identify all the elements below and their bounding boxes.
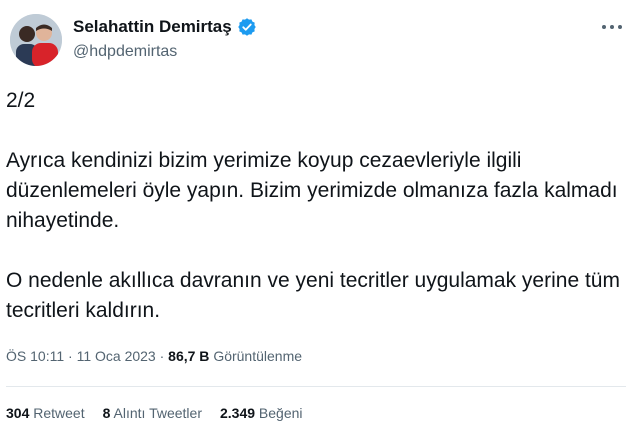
meta-separator: · [68,348,73,364]
tweet-part-indicator: 2/2 [6,89,36,112]
avatar[interactable] [10,14,62,66]
tweet-time[interactable]: ÖS 10:11 [6,348,64,364]
quotes-label: Alıntı Tweetler [113,405,202,421]
verified-badge-icon [237,18,256,36]
retweets-count: 304 [6,405,30,421]
tweet-date[interactable]: 11 Oca 2023 [77,348,156,364]
author-name[interactable]: Selahattin Demirtaş [73,17,232,37]
more-options-icon-dot [602,25,606,29]
likes-count: 2.349 [219,405,256,421]
quote-tweets-stat[interactable]: 8 Alıntı Tweetler [103,405,202,421]
more-options-icon-dot [618,25,622,29]
tweet-card: Selahattin Demirtaş @hdpdemirtas 2/2 Ayr… [0,0,640,431]
retweets-stat[interactable]: 304 Retweet [6,405,85,421]
tweet-stats: 304 Retweet 8 Alıntı Tweetler 2.349 Beğe… [6,405,321,421]
more-options-icon-dot [610,25,614,29]
views-label: Görüntülenme [213,348,303,364]
tweet-paragraph-2: O nedenle akıllıca davranın ve yeni tecr… [6,269,620,322]
meta-separator: · [159,348,165,364]
author-handle[interactable]: @hdpdemirtas [73,43,177,61]
avatar-image [10,14,62,66]
likes-label: Beğeni [258,405,303,421]
tweet-paragraph-1: Ayrıca kendinizi bizim yerimize koyup ce… [6,149,618,232]
views-count: 86,7 B [168,348,210,364]
quotes-count: 8 [102,405,111,421]
retweets-label: Retweet [33,405,85,421]
divider [6,386,626,387]
more-options-button[interactable] [598,16,626,38]
author-name-row: Selahattin Demirtaş [73,16,257,38]
tweet-meta: ÖS 10:11 · 11 Oca 2023 · 86,7 B Görüntül… [6,348,302,364]
likes-stat[interactable]: 2.349 Beğeni [220,405,303,421]
